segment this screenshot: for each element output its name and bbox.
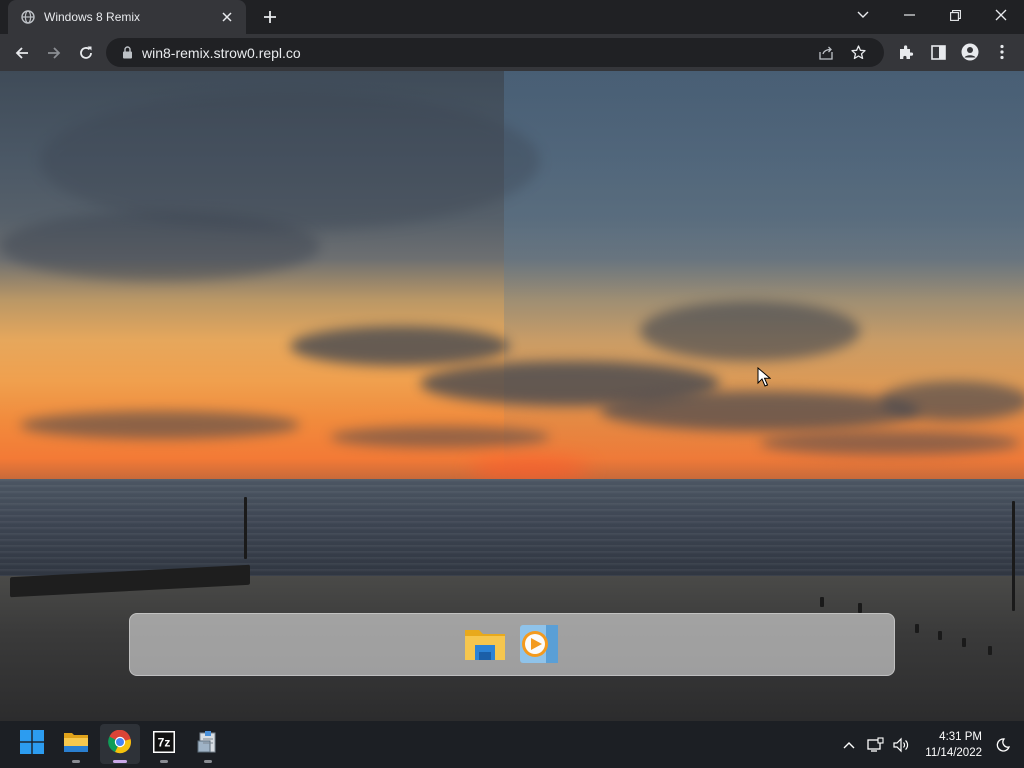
browser-toolbar: win8-remix.strow0.repl.co [0, 34, 1024, 71]
new-tab-button[interactable] [258, 6, 282, 28]
focus-assist-moon-icon[interactable] [990, 730, 1016, 760]
close-tab-icon[interactable] [218, 8, 236, 26]
chrome-icon [108, 729, 132, 759]
clock-time: 4:31 PM [939, 730, 982, 743]
file-explorer-icon [464, 625, 506, 668]
side-panel-icon[interactable] [922, 36, 954, 68]
address-bar[interactable]: win8-remix.strow0.repl.co [106, 38, 884, 67]
tab-windows-8-remix[interactable]: Windows 8 Remix [8, 0, 246, 34]
window-controls [840, 0, 1024, 34]
taskbar-7zip[interactable]: 7z [144, 724, 184, 764]
taskbar-clock[interactable]: 4:31 PM 11/14/2022 [918, 729, 982, 761]
lock-icon[interactable] [120, 46, 134, 60]
share-icon[interactable] [810, 38, 842, 67]
globe-icon [20, 9, 36, 25]
installer-icon [196, 730, 220, 759]
show-hidden-icons-chevron-icon[interactable] [836, 730, 862, 760]
mouse-cursor-icon [757, 366, 772, 387]
page-viewport [0, 71, 1024, 721]
taskbar-chrome[interactable] [100, 724, 140, 764]
dock-media-player[interactable] [516, 623, 562, 670]
dock-items [462, 623, 562, 670]
app-dock [129, 613, 895, 676]
url-text[interactable]: win8-remix.strow0.repl.co [142, 45, 810, 61]
dock-file-explorer[interactable] [462, 625, 508, 667]
system-tray: 4:31 PM 11/14/2022 [836, 721, 1024, 768]
taskbar-installer[interactable] [188, 724, 228, 764]
windows-logo-icon [20, 729, 44, 759]
back-button[interactable] [6, 37, 38, 69]
forward-button[interactable] [38, 37, 70, 69]
restore-button[interactable] [932, 0, 978, 30]
bookmark-star-icon[interactable] [842, 38, 874, 67]
svg-text:7z: 7z [158, 735, 171, 749]
tab-strip: Windows 8 Remix [0, 0, 1024, 34]
windows-taskbar: 7z 4:31 PM 11/14/2022 [0, 721, 1024, 768]
toolbar-actions [890, 36, 1018, 68]
minimize-button[interactable] [886, 0, 932, 30]
media-player-icon [516, 623, 562, 670]
extensions-icon[interactable] [890, 36, 922, 68]
clock-date: 11/14/2022 [925, 746, 982, 759]
folder-icon [63, 731, 89, 758]
start-button[interactable] [12, 724, 52, 764]
7zip-icon: 7z [152, 730, 176, 759]
tab-title: Windows 8 Remix [44, 10, 141, 24]
browser-menu-icon[interactable] [986, 36, 1018, 68]
volume-icon[interactable] [888, 730, 914, 760]
taskbar-file-explorer[interactable] [56, 724, 96, 764]
profile-icon[interactable] [954, 36, 986, 68]
tab-search-button[interactable] [840, 0, 886, 30]
close-window-button[interactable] [978, 0, 1024, 30]
network-icon[interactable] [862, 730, 888, 760]
reload-button[interactable] [70, 37, 102, 69]
